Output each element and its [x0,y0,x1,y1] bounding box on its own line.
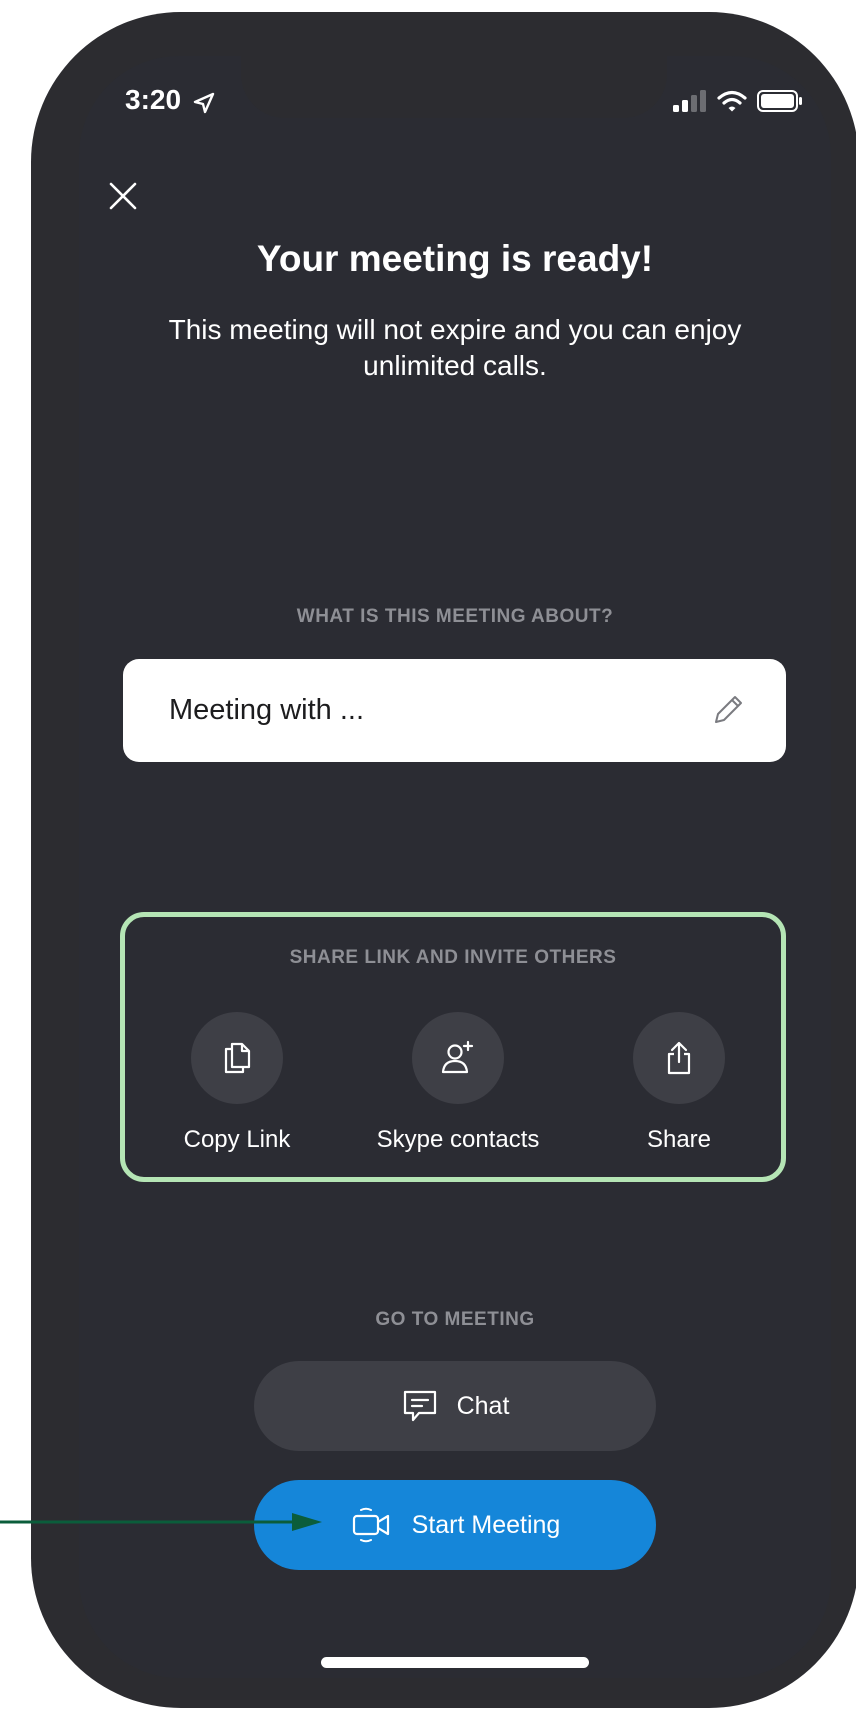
copy-icon [224,1042,251,1074]
status-icons [673,90,803,112]
notch [241,56,667,118]
home-indicator[interactable] [321,1657,589,1668]
close-button[interactable] [103,176,143,216]
start-meeting-label: Start Meeting [411,1510,561,1539]
phone-screen: 3:20 Your meeting is ready! This meeting… [79,56,831,1678]
share-button[interactable]: Share [579,1012,779,1154]
share-icon [667,1041,691,1075]
location-arrow-icon [193,92,215,114]
meeting-topic-value: Meeting with ... [169,694,365,726]
meeting-topic-field[interactable]: Meeting with ... [123,659,786,762]
copy-link-label: Copy Link [183,1126,291,1153]
canvas: 3:20 Your meeting is ready! This meeting… [0,0,856,1720]
share-section-label: SHARE LINK AND INVITE OTHERS [289,947,617,968]
copy-link-button[interactable]: Copy Link [137,1012,337,1154]
skype-contacts-circle[interactable] [412,1012,504,1104]
video-camera-icon [352,1507,389,1543]
wifi-icon [717,90,747,112]
page-subtitle: This meeting will not expire and you can… [168,314,742,381]
annotation-arrow-icon [0,1513,322,1531]
chat-label: Chat [456,1391,510,1420]
copy-link-circle[interactable] [191,1012,283,1104]
skype-contacts-button[interactable]: Skype contacts [358,1012,558,1154]
share-label: Share [646,1126,712,1153]
page-title: Your meeting is ready! [256,238,654,279]
close-icon [109,182,137,210]
signal-icon [673,90,706,112]
share-panel: SHARE LINK AND INVITE OTHERS Copy Link S… [120,912,786,1182]
chat-button[interactable]: Chat [254,1361,656,1451]
topic-section-label: WHAT IS THIS MEETING ABOUT? [296,606,614,627]
battery-icon [757,90,802,112]
share-circle[interactable] [633,1012,725,1104]
skype-contacts-label: Skype contacts [376,1126,540,1153]
chat-icon [403,1390,436,1422]
add-contact-icon [441,1040,474,1074]
go-section-label: GO TO MEETING [375,1309,535,1330]
status-time: 3:20 [125,84,182,115]
pencil-icon[interactable] [708,692,746,730]
